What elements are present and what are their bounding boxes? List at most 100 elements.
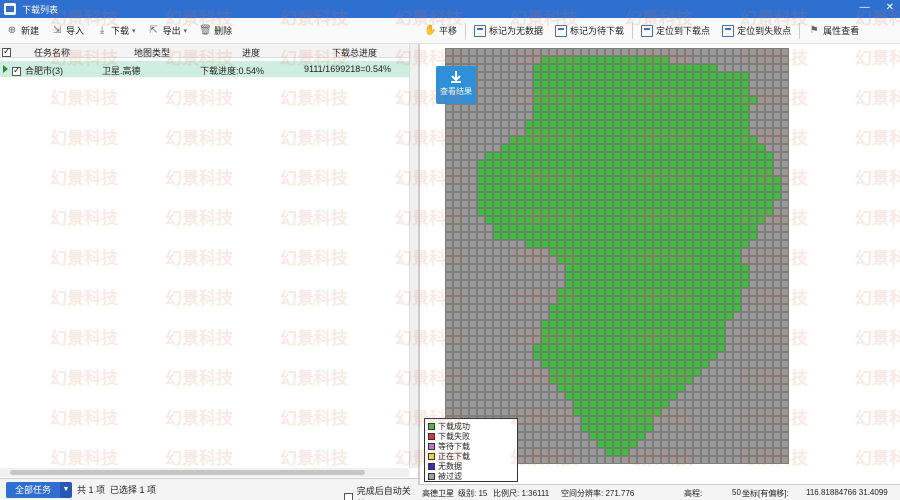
- watermark-text: 幻景科技: [280, 169, 348, 188]
- minimize-button[interactable]: —: [860, 2, 870, 13]
- legend-item: 无数据: [428, 461, 514, 471]
- watermark-text: 幻景科技: [50, 129, 118, 148]
- pan-button[interactable]: ✋ 平移: [418, 20, 463, 42]
- watermark-text: 幻景科技: [165, 249, 233, 268]
- trash-icon: 🗑: [199, 24, 212, 36]
- watermark-text: 幻景科技: [165, 409, 233, 428]
- export-icon: ⇱: [149, 24, 158, 36]
- task-progress: 下载进度:0.54%: [200, 66, 265, 76]
- watermark-text: 幻景科技: [280, 449, 348, 468]
- mark-nodata-button[interactable]: 标记为无数据: [468, 20, 549, 42]
- selected-count: 已选择 1 项: [110, 485, 157, 495]
- spatial-resolution: 空间分辨率: 271.776: [561, 489, 635, 498]
- watermark-text: 幻景科技: [50, 409, 118, 428]
- column-header-map-type[interactable]: 地图类型: [134, 46, 170, 59]
- locate-failed-button[interactable]: 定位到失败点: [716, 20, 797, 42]
- properties-button[interactable]: ⚑ 属性查看: [802, 20, 865, 42]
- window-controls: — ✕: [860, 2, 894, 13]
- auto-shutdown-label: 完成后自动关机: [356, 486, 411, 500]
- legend-item: 被过滤: [428, 471, 514, 481]
- total-count: 共 1 项: [77, 485, 106, 495]
- task-list-header: 任务名称 地图类型 进度 下载总进度: [0, 44, 418, 58]
- chevron-down-icon: ▾: [183, 27, 188, 35]
- auto-shutdown-option[interactable]: 完成后自动关机: [344, 484, 418, 500]
- import-icon: ⇲: [52, 24, 62, 36]
- new-task-button[interactable]: ⊕ 新建: [0, 20, 45, 42]
- watermark-text: 幻景科技: [165, 289, 233, 308]
- watermark-text: 幻景科技: [280, 129, 348, 148]
- toolbar-divider: [632, 22, 634, 39]
- task-total-progress: 9111/1699218=0.54%: [304, 64, 391, 74]
- watermark-text: 幻景科技: [165, 329, 233, 348]
- tile-grid-map[interactable]: [445, 48, 789, 464]
- download-icon: ⤓: [99, 24, 105, 36]
- export-button[interactable]: ⇱ 导出 ▾: [142, 20, 194, 42]
- mark-pending-button[interactable]: 标记为待下载: [549, 20, 630, 42]
- watermark-text: 幻景科技: [50, 209, 118, 228]
- legend-item: 下载成功: [428, 421, 514, 431]
- column-header-name[interactable]: 任务名称: [34, 46, 70, 59]
- legend-item: 正在下载: [428, 451, 514, 461]
- hand-icon: ✋: [424, 24, 437, 36]
- all-tasks-label[interactable]: 全部任务: [6, 481, 61, 498]
- task-toolbar: ⊕ 新建 ⇲ 导入 ⤓ 下载 ▾ ⇱ 导出 ▾ 🗑 删除: [0, 18, 418, 44]
- table-row[interactable]: 合肥市(3) 卫星.高德 下载进度:0.54% 9111/1699218=0.5…: [0, 61, 418, 77]
- watermark-text: 幻景科技: [165, 369, 233, 388]
- watermark-text: 幻景科技: [165, 169, 233, 188]
- plus-circle-icon: ⊕: [7, 24, 17, 36]
- view-result-label: 查看结果: [440, 87, 472, 96]
- column-header-progress[interactable]: 进度: [242, 46, 260, 59]
- map-scale: 比例尺: 1:36111: [493, 489, 550, 498]
- delete-label: 删除: [214, 26, 233, 36]
- close-button[interactable]: ✕: [886, 2, 894, 13]
- mark-pending-label: 标记为待下载: [570, 26, 625, 36]
- coordinate-value: 116.81884766 31.4099: [806, 488, 888, 497]
- list-vertical-scrollbar[interactable]: [409, 44, 418, 468]
- download-arrow-icon: [451, 71, 461, 83]
- map-status-bar: 高德卫星 级别: 15 比例尺: 1:36111 空间分辨率: 271.776 …: [418, 484, 900, 500]
- mark-icon: [555, 24, 568, 37]
- download-label: 下载: [111, 26, 130, 36]
- legend-swatch: [428, 442, 435, 450]
- legend-swatch: [428, 422, 435, 430]
- window-titlebar: 下载列表 — ✕: [0, 0, 900, 18]
- watermark-text: 幻景科技: [165, 209, 233, 228]
- locate-icon: [641, 24, 654, 37]
- legend-item: 等待下载: [428, 441, 514, 451]
- legend-label: 被过滤: [438, 471, 462, 481]
- legend-swatch: [428, 432, 435, 440]
- auto-shutdown-checkbox[interactable]: [344, 492, 353, 500]
- task-map-type: 卫星.高德: [102, 66, 141, 76]
- task-name: 合肥市(3): [25, 66, 63, 76]
- toolbar-divider: [465, 22, 467, 39]
- chevron-down-icon[interactable]: ▼: [60, 481, 73, 498]
- column-header-total[interactable]: 下载总进度: [332, 46, 377, 59]
- zoom-level: 级别: 15: [458, 489, 488, 498]
- watermark-text: 幻景科技: [165, 129, 233, 148]
- watermark-text: 幻景科技: [280, 409, 348, 428]
- window-title: 下载列表: [22, 4, 59, 15]
- scrollbar-thumb[interactable]: [10, 470, 365, 475]
- all-tasks-dropdown[interactable]: 全部任务 ▼: [6, 481, 73, 498]
- locate-download-button[interactable]: 定位到下载点: [635, 20, 716, 42]
- list-horizontal-scrollbar[interactable]: [0, 468, 409, 477]
- coordinate-label: 坐标[有偏移]:: [742, 489, 789, 498]
- watermark-text: 幻景科技: [165, 89, 233, 108]
- watermark-text: 幻景科技: [280, 289, 348, 308]
- map-name: 高德卫星: [422, 489, 454, 498]
- watermark-text: 幻景科技: [280, 329, 348, 348]
- watermark-text: 幻景科技: [280, 89, 348, 108]
- elevation-label: 高程:: [684, 489, 703, 498]
- new-label: 新建: [21, 26, 40, 36]
- legend-swatch: [428, 462, 435, 470]
- watermark-text: 幻景科技: [50, 169, 118, 188]
- watermark-text: 幻景科技: [165, 449, 233, 468]
- legend-item: 下载失败: [428, 431, 514, 441]
- import-button[interactable]: ⇲ 导入: [45, 20, 90, 42]
- chevron-down-icon: ▾: [132, 27, 136, 35]
- watermark-text: 幻景科技: [50, 449, 118, 468]
- properties-icon: ⚑: [809, 24, 819, 36]
- delete-button[interactable]: 🗑 删除: [193, 20, 238, 42]
- download-button[interactable]: ⤓ 下载 ▾: [90, 20, 142, 42]
- view-result-button[interactable]: 查看结果: [436, 66, 476, 104]
